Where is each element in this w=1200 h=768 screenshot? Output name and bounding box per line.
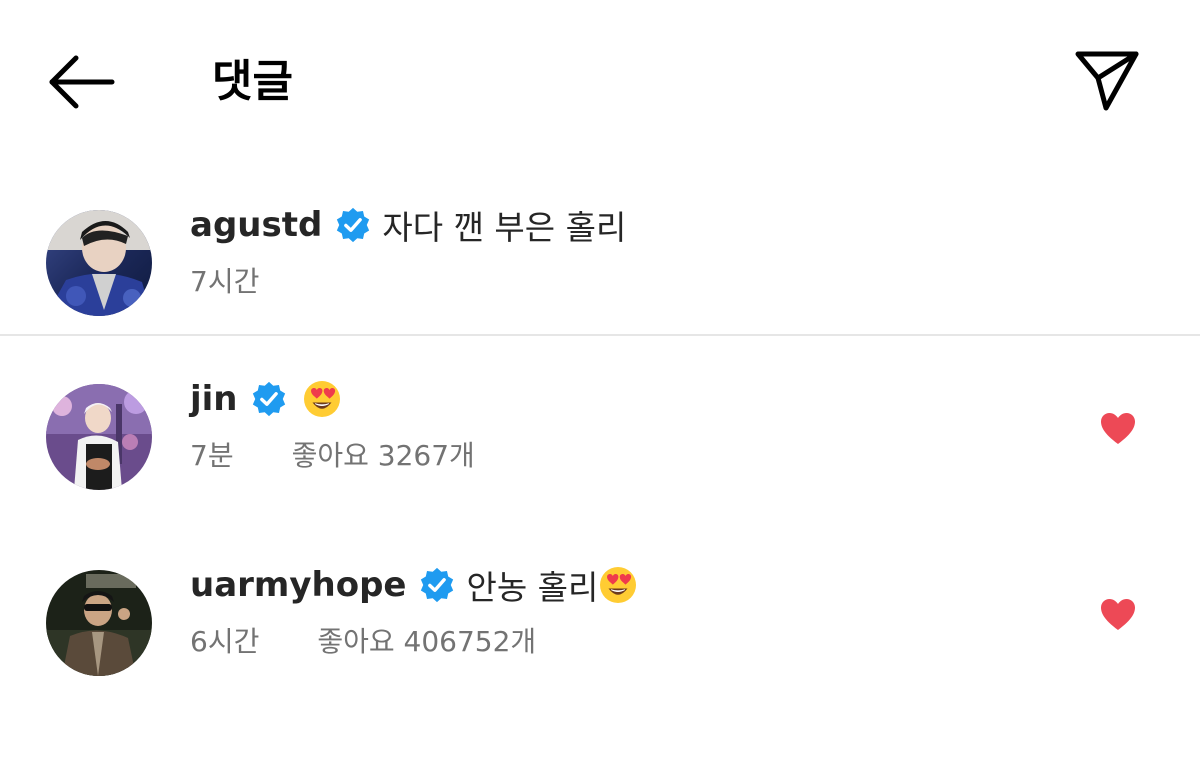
comment-time: 7분 (190, 439, 234, 472)
avatar[interactable] (46, 384, 152, 490)
comment-text: 자다 깬 부은 홀리 (382, 208, 627, 247)
username[interactable]: uarmyhope (190, 565, 406, 605)
page-title: 댓글 (212, 56, 293, 107)
avatar[interactable] (46, 570, 152, 676)
comment-item: uarmyhope 안농 홀리 6시간 좋아요 406752개 (0, 550, 1200, 690)
comment-meta: 7시간 (190, 260, 259, 300)
username[interactable]: jin (190, 379, 238, 419)
back-button[interactable] (44, 52, 120, 112)
arrow-left-icon (49, 55, 115, 109)
verified-badge-icon (421, 567, 454, 603)
heart-filled-icon (1101, 599, 1135, 630)
likes-count[interactable]: 좋아요 406752개 (317, 620, 536, 660)
comment-meta: 7분 좋아요 3267개 (190, 434, 475, 474)
comment-header: uarmyhope 안농 홀리 (190, 560, 638, 610)
username[interactable]: agustd (190, 205, 322, 245)
comment-time: 6시간 (190, 625, 260, 658)
header-bar: 댓글 (0, 0, 1200, 160)
comment-header: jin (190, 374, 342, 424)
comment-header: agustd 자다 깬 부은 홀리 (190, 200, 626, 250)
heart-eyes-emoji-icon (600, 567, 637, 603)
verified-badge-icon (252, 381, 285, 417)
like-button[interactable] (1100, 598, 1136, 632)
comment-item: jin 7분 좋아요 3267개 (0, 364, 1200, 504)
share-button[interactable] (1070, 46, 1144, 116)
comment-meta: 6시간 좋아요 406752개 (190, 620, 536, 660)
comment-item: agustd 자다 깬 부은 홀리 7시간 (0, 190, 1200, 330)
like-button[interactable] (1100, 412, 1136, 446)
likes-count[interactable]: 좋아요 3267개 (292, 434, 475, 474)
heart-eyes-emoji-icon (303, 381, 340, 417)
heart-filled-icon (1101, 413, 1135, 444)
divider (0, 334, 1200, 336)
comment-time: 7시간 (190, 265, 260, 298)
verified-badge-icon (337, 207, 370, 243)
comment-text: 안농 홀리 (466, 568, 599, 607)
avatar[interactable] (46, 210, 152, 316)
paper-plane-icon (1075, 51, 1139, 111)
